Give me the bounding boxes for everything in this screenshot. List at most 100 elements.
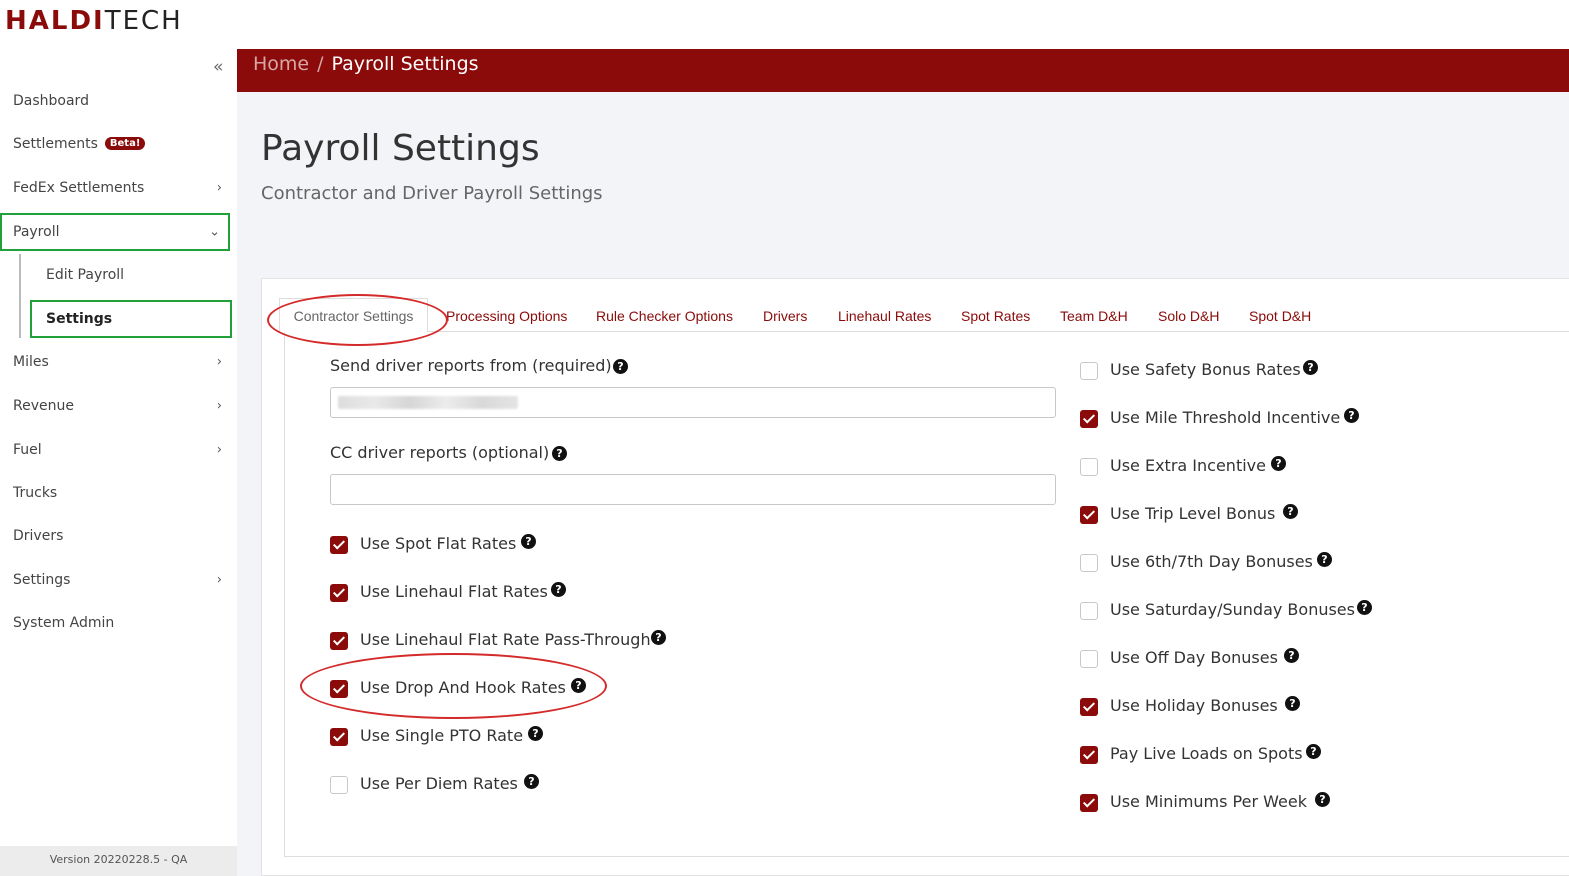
- breadcrumb-separator: /: [317, 53, 324, 75]
- checkbox[interactable]: [330, 680, 348, 698]
- sidebar-item-label: Settings: [13, 572, 71, 588]
- option-label: Use 6th/7th Day Bonuses: [1110, 552, 1313, 571]
- checkbox[interactable]: [1080, 458, 1098, 476]
- sidebar-item-trucks[interactable]: Trucks: [0, 474, 232, 512]
- page-title: Payroll Settings: [261, 128, 540, 169]
- checkbox[interactable]: [330, 728, 348, 746]
- tab-rule-checker-options[interactable]: Rule Checker Options: [596, 308, 733, 324]
- sidebar-item-settlements[interactable]: Settlements Beta!: [0, 125, 232, 163]
- tab-solo-dh[interactable]: Solo D&H: [1158, 308, 1219, 324]
- checkbox[interactable]: [1080, 746, 1098, 764]
- tab-spot-rates[interactable]: Spot Rates: [961, 308, 1030, 324]
- help-icon[interactable]: ?: [571, 678, 586, 693]
- sidebar-item-label: FedEx Settlements: [13, 180, 145, 196]
- checkbox[interactable]: [1080, 602, 1098, 620]
- tab-processing-options[interactable]: Processing Options: [446, 308, 567, 324]
- option-label: Use Extra Incentive: [1110, 456, 1266, 475]
- option-label: Use Trip Level Bonus: [1110, 504, 1276, 523]
- chevron-right-icon: ›: [216, 398, 222, 414]
- help-icon[interactable]: ?: [1303, 360, 1318, 375]
- checkbox[interactable]: [330, 536, 348, 554]
- help-icon[interactable]: ?: [524, 774, 539, 789]
- option-label: Use Single PTO Rate: [360, 726, 524, 745]
- sidebar-item-payroll-settings[interactable]: Settings: [30, 300, 232, 338]
- checkbox[interactable]: [330, 776, 348, 794]
- option-label: Use Safety Bonus Rates: [1110, 360, 1301, 379]
- sidebar-item-label: Payroll: [13, 224, 60, 240]
- sidebar-item-label: Fuel: [13, 442, 42, 458]
- sidebar-item-edit-payroll[interactable]: Edit Payroll: [30, 256, 232, 294]
- tab-contractor-settings[interactable]: Contractor Settings: [279, 298, 428, 332]
- help-icon[interactable]: ?: [1315, 792, 1330, 807]
- tab-spot-dh[interactable]: Spot D&H: [1249, 308, 1311, 324]
- help-icon[interactable]: ?: [552, 446, 567, 461]
- logo-part1: HALDI: [5, 6, 105, 36]
- checkbox[interactable]: [330, 632, 348, 650]
- checkbox[interactable]: [1080, 650, 1098, 668]
- sidebar-item-miles[interactable]: Miles ›: [0, 343, 232, 381]
- checkbox[interactable]: [330, 584, 348, 602]
- checkbox[interactable]: [1080, 506, 1098, 524]
- sidebar-item-dashboard[interactable]: Dashboard: [0, 82, 232, 120]
- sidebar: « Dashboard Settlements Beta! FedEx Settl…: [0, 48, 237, 876]
- checkbox[interactable]: [1080, 362, 1098, 380]
- redacted-email: [338, 396, 518, 409]
- cc-reports-label: CC driver reports (optional): [330, 443, 550, 462]
- chevron-right-icon: ›: [216, 442, 222, 458]
- checkbox[interactable]: [1080, 410, 1098, 428]
- breadcrumb: Home / Payroll Settings: [253, 53, 479, 75]
- sidebar-item-label: Settlements Beta!: [13, 136, 146, 152]
- help-icon[interactable]: ?: [1283, 504, 1298, 519]
- page-subtitle: Contractor and Driver Payroll Settings: [261, 183, 603, 204]
- sidebar-item-settings[interactable]: Settings ›: [0, 561, 232, 599]
- help-icon[interactable]: ?: [1317, 552, 1332, 567]
- option-label: Use Linehaul Flat Rate Pass-Through: [360, 630, 651, 649]
- send-reports-label: Send driver reports from (required): [330, 356, 612, 375]
- sidebar-item-drivers[interactable]: Drivers: [0, 517, 232, 555]
- sidebar-item-revenue[interactable]: Revenue ›: [0, 387, 232, 425]
- help-icon[interactable]: ?: [528, 726, 543, 741]
- sidebar-item-label: Revenue: [13, 398, 74, 414]
- checkbox[interactable]: [1080, 698, 1098, 716]
- send-reports-input[interactable]: [330, 387, 1056, 418]
- logo-part2: TECH: [104, 6, 183, 36]
- help-icon[interactable]: ?: [613, 359, 628, 374]
- breadcrumb-bar: Home / Payroll Settings: [237, 49, 1569, 92]
- help-icon[interactable]: ?: [551, 582, 566, 597]
- logo: HALDITECH: [5, 6, 183, 36]
- help-icon[interactable]: ?: [521, 534, 536, 549]
- help-icon[interactable]: ?: [651, 630, 666, 645]
- sidebar-item-label: Dashboard: [13, 93, 89, 109]
- collapse-sidebar-icon[interactable]: «: [213, 57, 223, 77]
- sidebar-item-label: Settings: [46, 311, 113, 327]
- breadcrumb-home-link[interactable]: Home: [253, 53, 309, 75]
- help-icon[interactable]: ?: [1284, 648, 1299, 663]
- version-footer: Version 20220228.5 - QA: [0, 846, 237, 876]
- option-label: Use Saturday/Sunday Bonuses: [1110, 600, 1355, 619]
- chevron-down-icon: ⌄: [209, 224, 220, 240]
- option-label: Pay Live Loads on Spots: [1110, 744, 1303, 763]
- cc-reports-input[interactable]: [330, 474, 1056, 505]
- help-icon[interactable]: ?: [1344, 408, 1359, 423]
- help-icon[interactable]: ?: [1357, 600, 1372, 615]
- chevron-right-icon: ›: [216, 354, 222, 370]
- chevron-right-icon: ›: [216, 180, 222, 196]
- tab-drivers[interactable]: Drivers: [763, 308, 807, 324]
- sidebar-item-system-admin[interactable]: System Admin: [0, 604, 232, 642]
- sidebar-item-label: Edit Payroll: [46, 267, 125, 283]
- help-icon[interactable]: ?: [1306, 744, 1321, 759]
- sidebar-item-label: Miles: [13, 354, 49, 370]
- help-icon[interactable]: ?: [1285, 696, 1300, 711]
- sidebar-item-fuel[interactable]: Fuel ›: [0, 431, 232, 469]
- sidebar-item-fedex-settlements[interactable]: FedEx Settlements ›: [0, 169, 232, 207]
- option-label: Use Per Diem Rates: [360, 774, 518, 793]
- checkbox[interactable]: [1080, 794, 1098, 812]
- tab-linehaul-rates[interactable]: Linehaul Rates: [838, 308, 931, 324]
- tab-team-dh[interactable]: Team D&H: [1060, 308, 1128, 324]
- sidebar-item-payroll[interactable]: Payroll ⌄: [0, 213, 230, 251]
- help-icon[interactable]: ?: [1271, 456, 1286, 471]
- option-label: Use Spot Flat Rates: [360, 534, 517, 553]
- checkbox[interactable]: [1080, 554, 1098, 572]
- option-label: Use Holiday Bonuses: [1110, 696, 1278, 715]
- settlements-label: Settlements: [13, 136, 98, 152]
